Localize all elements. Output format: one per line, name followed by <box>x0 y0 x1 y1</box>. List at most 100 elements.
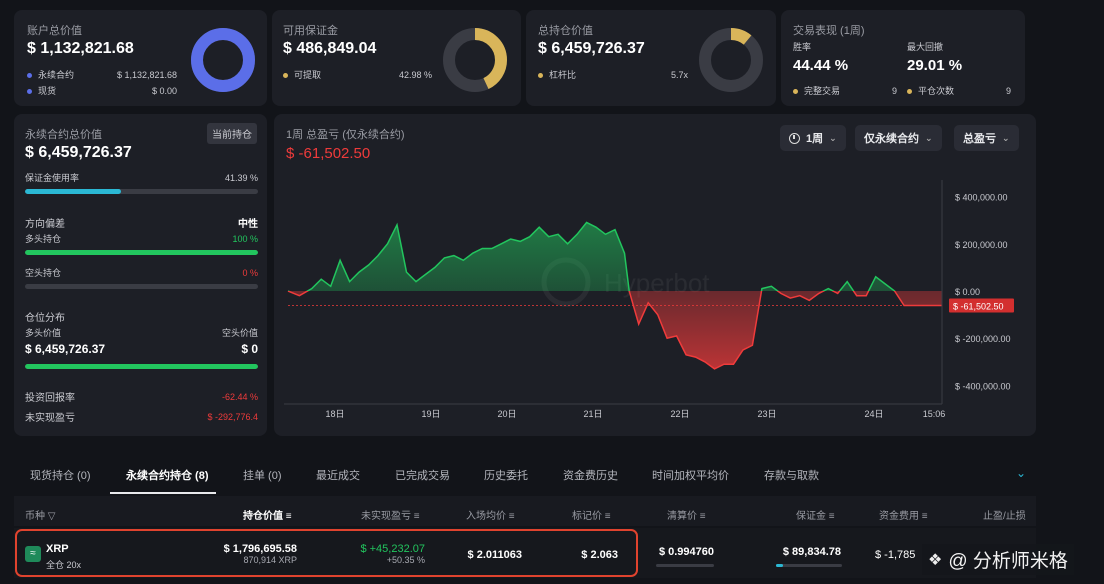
short-bar <box>25 284 258 289</box>
completed-value: 9 <box>891 85 897 96</box>
x-tick-label: 15:06 <box>923 409 946 419</box>
x-tick-label: 23日 <box>757 409 776 419</box>
tab-4[interactable]: 已完成交易 <box>395 467 450 483</box>
perp-label: 永续合约总价值 <box>25 129 102 141</box>
coin-mode: 全仓 20x <box>46 560 82 570</box>
cell-value: $ 1,796,695.58 870,914 XRP <box>224 543 297 565</box>
drawdown-label: 最大回撤 <box>907 42 944 52</box>
footer-watermark: ❖ @ 分析师米格 <box>922 544 1074 575</box>
tab-5[interactable]: 历史委托 <box>484 467 528 483</box>
chart-title: 1周 总盈亏 (仅永续合约) <box>286 129 405 141</box>
long-bar <box>25 250 258 255</box>
th-coin[interactable]: 币种 ▽ <box>25 507 55 522</box>
account-value-label: 账户总价值 <box>27 25 82 37</box>
current-position-tag[interactable]: 当前持仓 <box>207 123 257 144</box>
tab-0[interactable]: 现货持仓 (0) <box>30 467 91 483</box>
margin-label: 可用保证金 <box>283 25 338 37</box>
roi-label: 投资回报率 <box>25 393 75 404</box>
position-label: 总持仓价值 <box>538 25 593 37</box>
long-value-label: 多头价值 <box>25 328 62 338</box>
drawdown-value: 29.01 % <box>907 57 963 74</box>
diamond-logo-icon: ❖ <box>928 551 943 569</box>
performance-label: 交易表现 (1周) <box>793 25 865 37</box>
y-tick-label: $ 0.00 <box>955 287 980 297</box>
scope-dropdown[interactable]: 仅永续合约 ⌄ <box>855 125 942 151</box>
coin-name[interactable]: XRP <box>46 543 69 555</box>
upnl-row: 未实现盈亏 $ -292,776.4 <box>25 409 258 425</box>
margin-usage-label: 保证金使用率 <box>25 173 80 183</box>
metric-dropdown[interactable]: 总盈亏 ⌄ <box>954 125 1019 151</box>
y-tick-label: $ 400,000.00 <box>955 193 1008 203</box>
withdrawable-value: 42.98 % <box>398 69 432 80</box>
metric-value: 总盈亏 <box>963 133 996 145</box>
total-position-card: 总持仓价值 $ 6,459,726.37 杠杆比 5.7x <box>526 10 776 106</box>
margin-value: $ 486,849.04 <box>283 40 377 57</box>
period-dropdown[interactable]: 1周 ⌄ <box>780 125 846 151</box>
tab-8[interactable]: 存款与取款 <box>764 467 819 483</box>
tab-3[interactable]: 最近成交 <box>316 467 360 483</box>
upnl-value: $ -292,776.4 <box>207 411 258 422</box>
row-highlight-box <box>15 529 638 577</box>
closed-label: 平仓次数 <box>918 86 955 96</box>
sort-icon: ≡ <box>413 511 420 522</box>
xrp-coin-icon: ≈ <box>25 546 41 562</box>
chevron-down-icon: ⌄ <box>925 132 933 143</box>
tab-active-underline <box>110 492 216 494</box>
sort-icon: ≡ <box>828 511 835 522</box>
dist-labels-row: 多头价值 空头价值 <box>25 326 258 339</box>
withdrawable-row: 可提取 42.98 % <box>283 68 432 81</box>
dist-bar <box>25 364 258 369</box>
sort-icon: ≡ <box>285 511 292 522</box>
chevron-down-icon: ⌄ <box>829 132 837 143</box>
long-label: 多头持仓 <box>25 234 62 244</box>
upnl-label: 未实现盈亏 <box>25 413 75 424</box>
margin-usage-bar <box>25 189 258 194</box>
account-perp-row: 永续合约 $ 1,132,821.68 <box>27 68 177 81</box>
th-mark[interactable]: 标记价 ≡ <box>572 507 611 522</box>
short-value: $ 0 <box>241 342 258 356</box>
performance-card: 交易表现 (1周) 胜率 44.44 % 最大回撤 29.01 % 完整交易 9… <box>781 10 1025 106</box>
x-tick-label: 21日 <box>583 409 602 419</box>
sort-icon: ≡ <box>508 511 515 522</box>
th-liq[interactable]: 清算价 ≡ <box>667 507 706 522</box>
th-entry[interactable]: 入场均价 ≡ <box>466 507 515 522</box>
x-tick-label: 22日 <box>670 409 689 419</box>
filter-icon[interactable]: ▽ <box>48 511 56 522</box>
sort-icon: ≡ <box>921 511 928 522</box>
pnl-chart: Hyperbot$ 400,000.00$ 200,000.00$ 0.00$ … <box>284 180 1014 419</box>
margin-donut <box>443 28 507 92</box>
period-value: 1周 <box>806 133 824 145</box>
bias-label: 方向偏差 <box>25 219 65 230</box>
winrate-value: 44.44 % <box>793 57 849 74</box>
x-tick-label: 18日 <box>325 409 344 419</box>
leverage-label: 杠杆比 <box>549 70 577 80</box>
account-perp-value: $ 1,132,821.68 <box>116 69 177 80</box>
long-pct: 100 % <box>232 233 258 244</box>
y-tick-label: $ -400,000.00 <box>955 381 1011 391</box>
th-funding[interactable]: 资金费用 ≡ <box>879 507 928 522</box>
bias-row: 方向偏差 中性 <box>25 215 258 230</box>
tab-2[interactable]: 挂单 (0) <box>243 467 282 483</box>
sort-icon: ≡ <box>604 511 611 522</box>
y-tick-label: $ -200,000.00 <box>955 334 1011 344</box>
th-value[interactable]: 持仓价值 ≡ <box>243 507 292 522</box>
tab-7[interactable]: 时间加权平均价 <box>652 467 729 483</box>
tab-6[interactable]: 资金费历史 <box>563 467 618 483</box>
bias-value: 中性 <box>238 219 258 230</box>
perp-value: $ 6,459,726.37 <box>25 144 132 161</box>
cell-mark: $ 2.063 <box>581 549 618 561</box>
x-tick-label: 19日 <box>421 409 440 419</box>
perp-summary-card: 永续合约总价值 当前持仓 $ 6,459,726.37 保证金使用率 41.39… <box>14 114 267 436</box>
account-perp-label: 永续合约 <box>38 70 75 80</box>
th-margin[interactable]: 保证金 ≡ <box>796 507 835 522</box>
th-upnl[interactable]: 未实现盈亏 ≡ <box>361 507 420 522</box>
account-spot-value: $ 0.00 <box>151 85 177 96</box>
position-value-cell: $ 1,796,695.58 <box>223 543 297 555</box>
y-tick-label: $ 200,000.00 <box>955 240 1008 250</box>
expand-icon[interactable]: ⌄ <box>1016 466 1026 480</box>
author-handle: @ 分析师米格 <box>948 551 1068 572</box>
x-tick-label: 24日 <box>864 409 883 419</box>
tab-1[interactable]: 永续合约持仓 (8) <box>126 467 209 483</box>
position-donut <box>699 28 763 92</box>
account-donut <box>191 28 255 92</box>
